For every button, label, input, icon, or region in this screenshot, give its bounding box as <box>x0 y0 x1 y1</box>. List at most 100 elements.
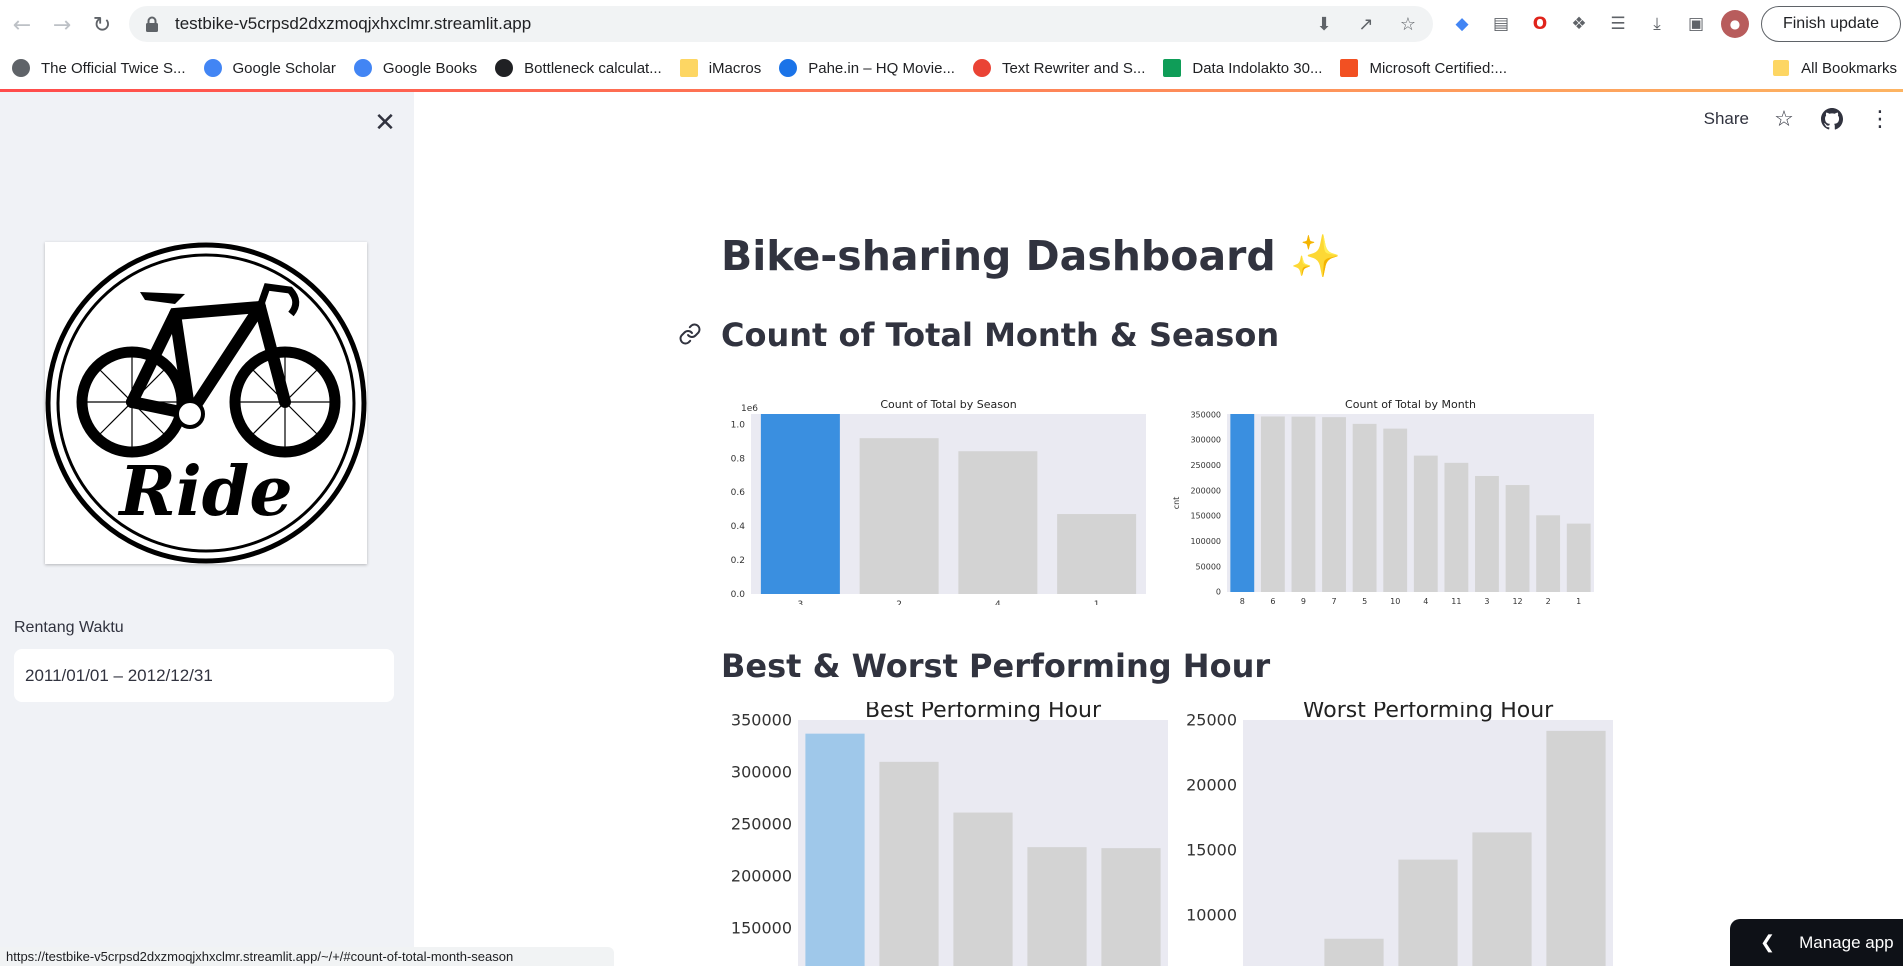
forward-icon[interactable]: → <box>42 5 82 45</box>
app-header-actions: Share ☆ ⋮ <box>1704 104 1903 134</box>
address-bar[interactable]: testbike-v5crpsd2dxzmoqjxhxclmr.streamli… <box>129 6 1433 42</box>
bar <box>879 761 939 966</box>
link-anchor-icon[interactable] <box>678 322 704 348</box>
pahe-icon <box>779 59 798 77</box>
bar <box>1383 428 1408 592</box>
bar <box>859 438 939 594</box>
scholar-icon <box>203 59 222 77</box>
y-tick-label: 200000 <box>731 866 792 885</box>
bookmark-label: The Official Twice S... <box>41 59 186 77</box>
x-tick-label: 2 <box>896 600 902 605</box>
scholar-extension-icon[interactable]: ◆ <box>1448 10 1476 38</box>
y-tick-label: 300000 <box>731 762 792 781</box>
x-tick-label: 1 <box>1094 600 1100 605</box>
install-icon[interactable]: ⬇ <box>1311 11 1337 37</box>
finish-update-button[interactable]: Finish update <box>1761 6 1901 42</box>
bar <box>958 451 1038 594</box>
y-tick-label: 0.2 <box>731 556 745 566</box>
more-menu-icon[interactable]: ⋮ <box>1867 106 1893 132</box>
bar <box>805 733 865 966</box>
share-page-icon[interactable]: ↗ <box>1353 11 1379 37</box>
chart-title: Worst Performing Hour <box>1303 702 1554 723</box>
close-sidebar-icon[interactable]: ✕ <box>372 108 398 138</box>
page-title: Bike-sharing Dashboard ✨ <box>721 232 1342 280</box>
url-text[interactable]: testbike-v5crpsd2dxzmoqjxhxclmr.streamli… <box>175 14 531 34</box>
bar <box>1291 416 1316 592</box>
download-icon[interactable]: ⤓ <box>1643 10 1671 38</box>
manage-app-label: Manage app <box>1799 932 1894 952</box>
y-tick-label: 0.8 <box>731 454 746 464</box>
y-tick-label: 150000 <box>731 918 792 937</box>
chart-title: Count of Total by Month <box>1345 398 1476 411</box>
x-tick-label: 10 <box>1390 597 1400 605</box>
bar <box>1505 485 1530 592</box>
bookmark-item[interactable]: The Official Twice S... <box>12 59 186 77</box>
bookmark-item[interactable]: Bottleneck calculat... <box>495 59 662 77</box>
bar <box>1475 475 1499 592</box>
reading-list-icon[interactable]: ☰ <box>1604 10 1632 38</box>
bar <box>760 414 840 594</box>
back-icon[interactable]: ← <box>2 5 42 45</box>
favorite-star-icon[interactable]: ☆ <box>1771 106 1797 132</box>
manage-app-button[interactable]: ❮ Manage app <box>1730 919 1903 966</box>
bookmark-item[interactable]: iMacros <box>679 59 762 77</box>
chart-title: Best Performing Hour <box>865 702 1102 723</box>
github-icon[interactable] <box>1819 106 1845 132</box>
bookmark-item[interactable]: Text Rewriter and S... <box>972 59 1146 77</box>
bookmark-label: Text Rewriter and S... <box>1001 59 1146 77</box>
reload-icon[interactable]: ↻ <box>82 5 122 45</box>
bookmarks-bar: The Official Twice S... Google Scholar Goo… <box>0 53 1903 83</box>
main-content: Share ☆ ⋮ Bike-sharing Dashboard ✨ Count… <box>414 92 1903 966</box>
bar <box>1413 455 1438 592</box>
side-panel-icon[interactable]: ▣ <box>1682 10 1710 38</box>
opera-extension-icon[interactable]: O <box>1526 10 1554 38</box>
bookmark-label: Pahe.in – HQ Movie... <box>808 59 955 77</box>
section-heading-month-season: Count of Total Month & Season <box>721 316 1280 354</box>
x-tick-label: 3 <box>1484 597 1489 605</box>
star-bookmark-icon[interactable]: ☆ <box>1395 11 1421 37</box>
bar <box>1352 423 1377 592</box>
share-button[interactable]: Share <box>1704 109 1749 129</box>
x-tick-label: 6 <box>1270 597 1275 605</box>
bookmark-label: Bottleneck calculat... <box>524 59 662 77</box>
best-hour-bar-chart: Best Performing Hour 350000 300000 250000 20… <box>731 702 1168 966</box>
bookmark-item[interactable]: Google Books <box>353 59 477 77</box>
chart-title: Count of Total by Season <box>880 398 1016 411</box>
bar <box>1027 847 1087 966</box>
bookmark-item[interactable]: Microsoft Certified:... <box>1340 59 1507 77</box>
date-range-input[interactable]: 2011/01/01 – 2012/12/31 <box>14 649 394 702</box>
x-tick-label: 2 <box>1546 597 1551 605</box>
x-tick-label: 9 <box>1301 597 1306 605</box>
x-tick-label: 1 <box>1576 597 1581 605</box>
bookmark-label: Microsoft Certified:... <box>1369 59 1507 77</box>
x-tick-label: 11 <box>1451 597 1461 605</box>
bar <box>1322 417 1346 592</box>
all-bookmarks[interactable]: All Bookmarks <box>1773 53 1897 83</box>
bar <box>1536 515 1561 592</box>
bookmark-item[interactable]: Data Indolakto 30... <box>1163 59 1322 77</box>
document-extension-icon[interactable]: ▤ <box>1487 10 1515 38</box>
status-bar-url: https://testbike-v5crpsd2dxzmoqjxhxclmr.… <box>0 947 614 966</box>
folder-icon <box>1773 60 1790 76</box>
worst-hour-bar-chart: Worst Performing Hour 25000 20000 15000 1000… <box>1186 702 1613 966</box>
browser-chrome: ← → ↻ testbike-v5crpsd2dxzmoqjxhxclmr.st… <box>0 0 1903 92</box>
bookmark-label: Data Indolakto 30... <box>1192 59 1323 77</box>
bar <box>1324 938 1384 966</box>
x-tick-label: 3 <box>798 600 804 605</box>
bottleneck-icon <box>495 59 514 77</box>
bookmark-item[interactable]: Pahe.in – HQ Movie... <box>779 59 955 77</box>
y-tick-label: 0 <box>1216 588 1221 597</box>
y-tick-label: 250000 <box>1190 461 1221 470</box>
y-tick-label: 20000 <box>1186 775 1237 794</box>
bar <box>953 812 1013 966</box>
puzzle-extensions-icon[interactable]: ❖ <box>1565 10 1593 38</box>
lock-icon <box>143 15 161 33</box>
date-range-label: Rentang Waktu <box>14 619 124 636</box>
y-tick-label: 0.0 <box>731 590 746 600</box>
bar <box>1472 832 1532 966</box>
bookmark-label: iMacros <box>708 59 762 77</box>
y-tick-label: 50000 <box>1196 562 1221 571</box>
sheets-icon <box>1163 59 1182 77</box>
bookmark-item[interactable]: Google Scholar <box>203 59 336 77</box>
profile-avatar-icon[interactable]: ● <box>1721 10 1749 38</box>
